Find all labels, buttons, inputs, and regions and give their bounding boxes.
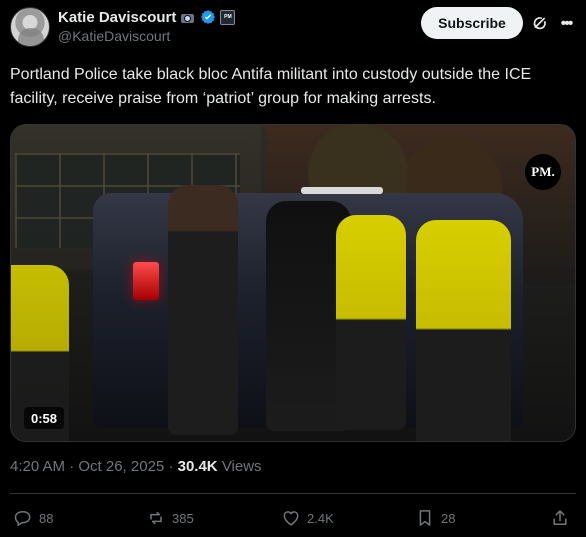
view-count: 30.4K xyxy=(177,458,218,475)
repost-button[interactable]: 385 xyxy=(146,505,194,531)
verified-check-icon xyxy=(201,10,216,24)
bookmark-button[interactable]: 28 xyxy=(415,505,455,531)
display-name[interactable]: Katie Daviscourt xyxy=(58,9,176,26)
camera-icon xyxy=(180,9,196,25)
more-options-icon[interactable]: ••• xyxy=(557,15,575,33)
police-lightbar xyxy=(301,187,383,194)
bookmark-count: 28 xyxy=(441,510,456,526)
grok-symbol-icon xyxy=(533,17,546,30)
reply-count: 88 xyxy=(39,510,54,526)
repost-icon xyxy=(150,511,162,525)
verified-icon xyxy=(200,9,216,25)
repost-count: 385 xyxy=(172,510,194,526)
subscribe-button[interactable]: Subscribe xyxy=(421,7,523,39)
tweet-text: Portland Police take black bloc Antifa m… xyxy=(10,66,532,107)
heart-icon xyxy=(283,511,299,526)
police-officer-right xyxy=(416,220,511,441)
video-watermark: PM. xyxy=(525,154,561,190)
affiliate-badge[interactable]: PM xyxy=(220,9,236,25)
police-officer-center xyxy=(168,185,238,435)
action-divider xyxy=(10,493,576,494)
like-button[interactable]: 2.4K xyxy=(281,505,334,531)
views-label: Views xyxy=(221,458,262,475)
tweet-actions: 88 385 2.4K 28 xyxy=(10,505,576,531)
grok-icon[interactable] xyxy=(531,14,549,32)
meta-separator: · xyxy=(168,458,174,475)
tweet-header: Katie Daviscourt PM @KatieDaviscourt Sub… xyxy=(10,7,576,47)
timestamp[interactable]: 4:20 AM · Oct 26, 2025 xyxy=(10,458,164,475)
reply-button[interactable]: 88 xyxy=(13,505,53,531)
share-icon xyxy=(553,510,567,525)
author-name-row: Katie Daviscourt PM xyxy=(58,7,236,27)
video-duration: 0:58 xyxy=(24,407,65,429)
video-player[interactable]: PO PM. 0:58 xyxy=(10,124,576,442)
like-count: 2.4K xyxy=(307,510,334,526)
tweet-meta: 4:20 AM · Oct 26, 2025 · 30.4K Views xyxy=(10,458,262,475)
police-officer-yellow-jacket xyxy=(336,215,406,430)
bookmark-icon xyxy=(419,510,431,526)
share-button[interactable] xyxy=(550,505,570,531)
avatar[interactable] xyxy=(10,7,50,47)
police-car-taillight xyxy=(133,262,159,300)
video-thumbnail: PO xyxy=(11,125,575,441)
reply-icon xyxy=(14,511,31,526)
author-handle[interactable]: @KatieDaviscourt xyxy=(58,28,170,44)
